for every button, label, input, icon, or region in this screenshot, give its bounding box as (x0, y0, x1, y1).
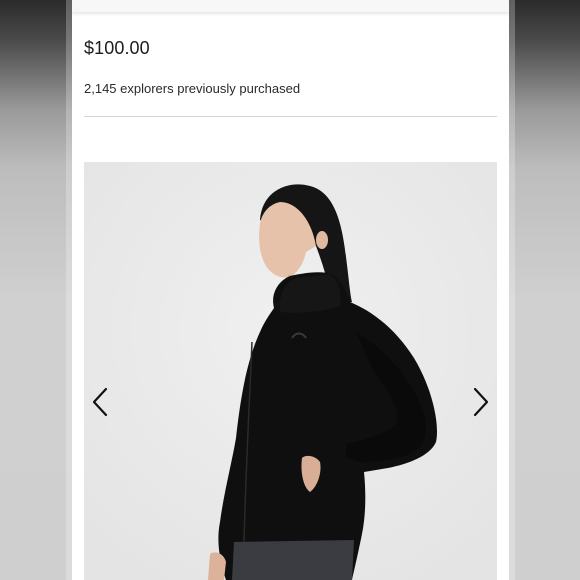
right-backdrop (509, 0, 580, 580)
product-image (84, 162, 497, 580)
product-panel: $100.00 2,145 explorers previously purch… (72, 0, 509, 580)
next-image-button[interactable] (469, 380, 493, 424)
top-card-edge (72, 0, 509, 12)
chevron-left-icon (92, 387, 108, 417)
divider (84, 116, 497, 117)
chevron-right-icon (473, 387, 489, 417)
previous-image-button[interactable] (88, 380, 112, 424)
product-price: $100.00 (84, 38, 150, 58)
left-backdrop (0, 0, 72, 580)
purchase-count: 2,145 explorers previously purchased (84, 81, 301, 96)
product-image-gallery[interactable] (84, 162, 497, 580)
